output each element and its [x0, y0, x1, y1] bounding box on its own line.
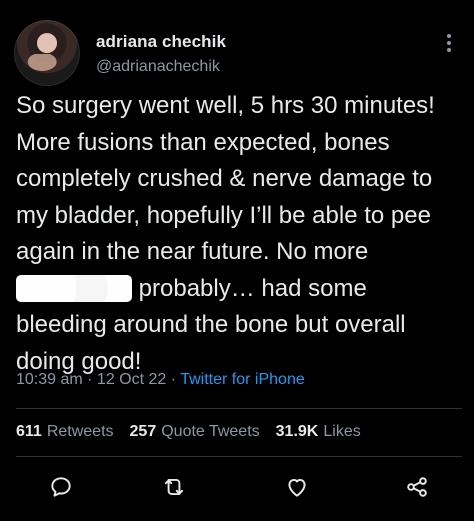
quote-tweets-count: 257	[129, 423, 157, 440]
retweet-button[interactable]	[160, 473, 188, 501]
divider	[16, 456, 462, 457]
quote-tweets-stat[interactable]: 257 Quote Tweets	[130, 423, 260, 441]
retweet-icon	[161, 474, 187, 500]
share-icon	[404, 474, 430, 500]
tweet-text: So surgery went well, 5 hrs 30 minutes! …	[16, 88, 462, 380]
tweet-actions	[47, 473, 427, 505]
tweet-metadata: 10:39 am · 12 Oct 22 · Twitter for iPhon…	[16, 371, 305, 389]
more-vertical-icon	[446, 33, 452, 53]
retweets-stat[interactable]: 611 Retweets	[16, 423, 114, 441]
likes-count: 31.9K	[275, 423, 319, 440]
tweet-text-part-1: So surgery went well, 5 hrs 30 minutes! …	[16, 92, 435, 265]
tweet-stats: 611 Retweets 257 Quote Tweets 31.9K Likes	[16, 423, 361, 441]
timestamp[interactable]: 10:39 am · 12 Oct 22 ·	[16, 371, 180, 388]
tweet-header: adriana chechik @adrianachechik	[14, 14, 460, 88]
reply-button[interactable]	[47, 473, 75, 501]
display-name[interactable]: adriana chechik	[96, 32, 226, 52]
share-button[interactable]	[403, 473, 431, 501]
redacted-word	[16, 274, 132, 302]
more-options-button[interactable]	[438, 32, 460, 54]
source-link[interactable]: Twitter for iPhone	[180, 371, 305, 388]
retweets-count: 611	[16, 423, 42, 440]
reply-bubble-icon	[48, 474, 74, 500]
likes-stat[interactable]: 31.9K Likes	[276, 423, 361, 441]
divider	[16, 408, 462, 409]
like-button[interactable]	[283, 473, 311, 501]
quote-tweets-label: Quote Tweets	[161, 423, 260, 440]
user-handle[interactable]: @adrianachechik	[96, 58, 220, 76]
avatar[interactable]	[14, 20, 80, 86]
likes-label: Likes	[323, 423, 361, 440]
heart-icon	[284, 474, 310, 500]
retweets-label: Retweets	[46, 423, 114, 440]
tweet-card: adriana chechik @adrianachechik So surge…	[0, 0, 474, 521]
